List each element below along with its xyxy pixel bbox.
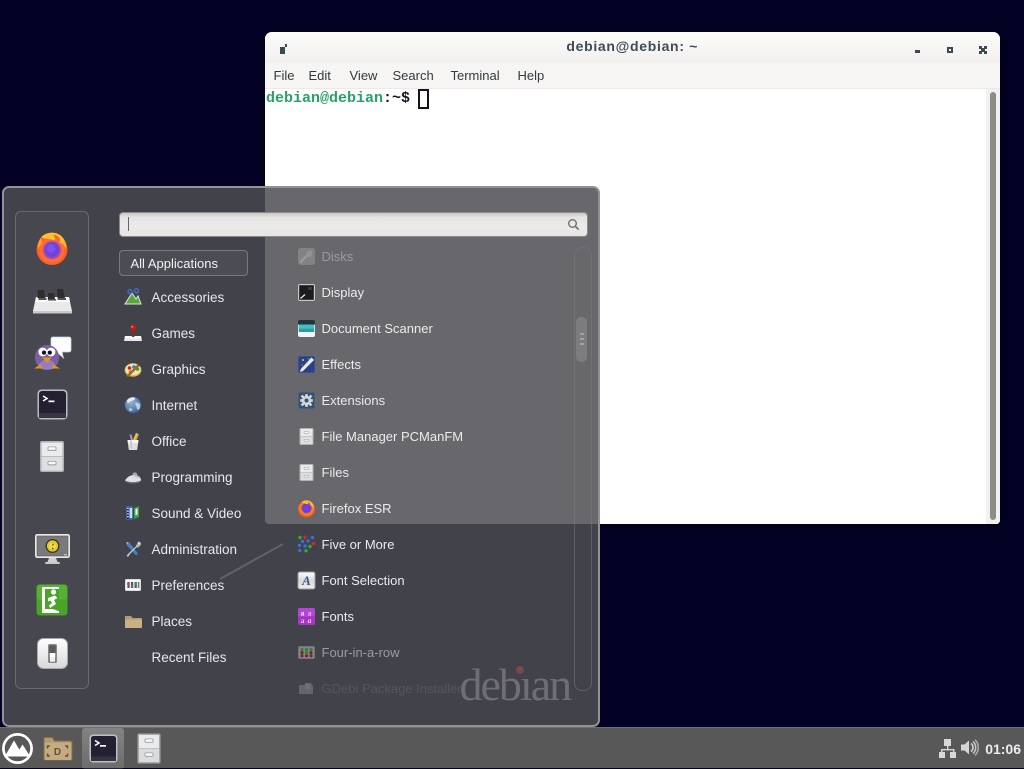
svg-text:a: a (307, 616, 311, 625)
svg-text:D: D (54, 747, 61, 758)
svg-text:A: A (301, 573, 311, 588)
